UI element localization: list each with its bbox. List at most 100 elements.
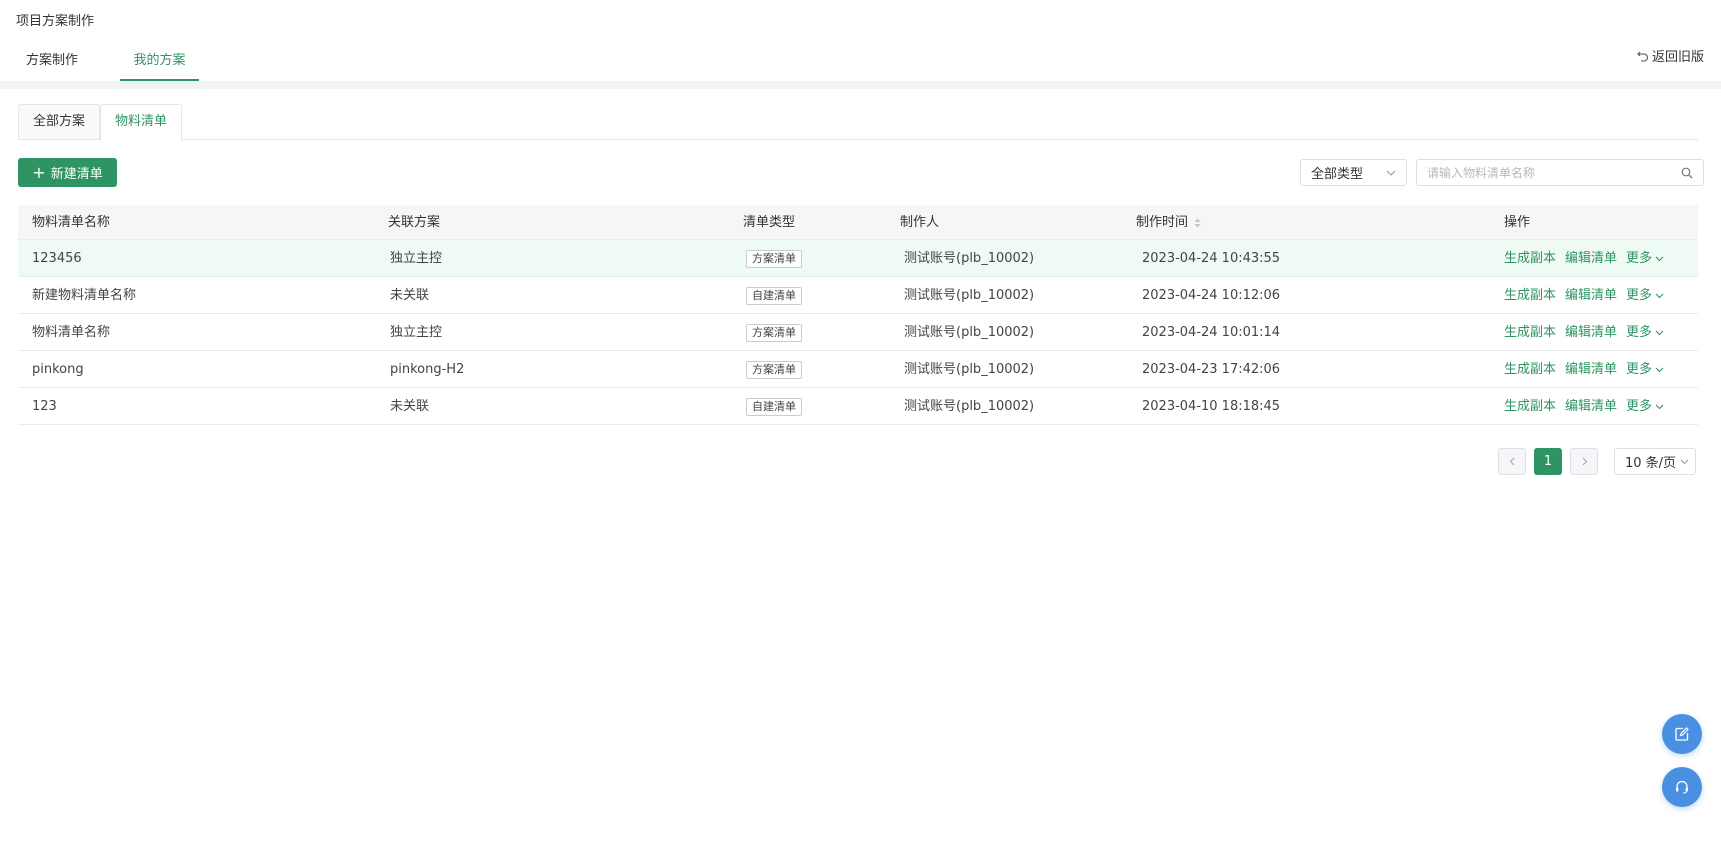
search-box xyxy=(1416,159,1704,186)
cell-name: 新建物料清单名称 xyxy=(32,288,137,303)
cell-actions: 生成副本 编辑清单 更多 xyxy=(1504,277,1664,314)
copy-link[interactable]: 生成副本 xyxy=(1504,388,1556,425)
chevron-down-icon xyxy=(1655,367,1664,373)
return-icon xyxy=(1637,51,1649,62)
top-bar: 项目方案制作 方案制作 我的方案 返回旧版 xyxy=(0,0,1721,81)
page-size-value: 10 条/页 xyxy=(1625,455,1677,471)
copy-link[interactable]: 生成副本 xyxy=(1504,351,1556,388)
next-page-button[interactable] xyxy=(1570,447,1598,475)
table-row: 123 未关联 自建清单 测试账号(plb_10002) 2023-04-10 … xyxy=(18,388,1698,425)
chevron-left-icon xyxy=(1509,457,1514,465)
material-list-table: 物料清单名称 关联方案 清单类型 制作人 制作时间 操作 123456 独立主控… xyxy=(18,205,1698,425)
edit-link[interactable]: 编辑清单 xyxy=(1565,240,1617,277)
return-old-version-label: 返回旧版 xyxy=(1651,50,1704,65)
more-dropdown[interactable]: 更多 xyxy=(1626,277,1664,314)
more-label: 更多 xyxy=(1626,325,1653,340)
cell-name: pinkong xyxy=(32,362,84,377)
copy-link[interactable]: 生成副本 xyxy=(1504,314,1556,351)
cell-maker: 测试账号(plb_10002) xyxy=(904,251,1035,266)
page-size-select[interactable]: 10 条/页 xyxy=(1614,447,1696,475)
more-label: 更多 xyxy=(1626,288,1653,303)
chevron-right-icon xyxy=(1582,457,1587,465)
cell-name: 123456 xyxy=(32,251,82,266)
sort-icon[interactable] xyxy=(1194,218,1201,228)
edit-link[interactable]: 编辑清单 xyxy=(1565,277,1617,314)
cell-type: 自建清单 xyxy=(746,388,802,425)
cell-actions: 生成副本 编辑清单 更多 xyxy=(1504,240,1664,277)
chevron-down-icon xyxy=(1680,459,1689,464)
more-dropdown[interactable]: 更多 xyxy=(1626,351,1664,388)
column-header-name: 物料清单名称 xyxy=(32,215,111,230)
cell-actions: 生成副本 编辑清单 更多 xyxy=(1504,314,1664,351)
type-tag: 方案清单 xyxy=(746,323,802,342)
cell-actions: 生成副本 编辑清单 更多 xyxy=(1504,388,1664,425)
table-row: 物料清单名称 独立主控 方案清单 测试账号(plb_10002) 2023-04… xyxy=(18,314,1698,351)
chevron-down-icon xyxy=(1386,170,1396,176)
column-header-maker: 制作人 xyxy=(900,215,940,230)
return-old-version-link[interactable]: 返回旧版 xyxy=(1637,46,1704,65)
chevron-down-icon xyxy=(1655,293,1664,299)
page-number-current[interactable]: 1 xyxy=(1534,447,1562,475)
more-dropdown[interactable]: 更多 xyxy=(1626,388,1664,425)
type-tag: 方案清单 xyxy=(746,360,802,379)
copy-link[interactable]: 生成副本 xyxy=(1504,277,1556,314)
headset-icon xyxy=(1676,780,1688,794)
more-dropdown[interactable]: 更多 xyxy=(1626,240,1664,277)
chevron-down-icon xyxy=(1655,256,1664,262)
tab-material-list[interactable]: 物料清单 xyxy=(100,104,183,141)
cell-maker: 测试账号(plb_10002) xyxy=(904,399,1035,414)
copy-link[interactable]: 生成副本 xyxy=(1504,240,1556,277)
edit-float-button[interactable] xyxy=(1662,714,1702,754)
edit-link[interactable]: 编辑清单 xyxy=(1565,388,1617,425)
search-input[interactable] xyxy=(1427,165,1681,180)
type-tag: 自建清单 xyxy=(746,286,802,305)
table-row: 新建物料清单名称 未关联 自建清单 测试账号(plb_10002) 2023-0… xyxy=(18,277,1698,314)
content-panel: 全部方案 物料清单 + 新建清单 全部类型 物料清单名称 关联方案 清单类型 制… xyxy=(0,89,1721,859)
tab-my-plans[interactable]: 我的方案 xyxy=(120,48,199,81)
more-label: 更多 xyxy=(1626,251,1653,266)
page-title: 项目方案制作 xyxy=(16,14,95,29)
search-icon[interactable] xyxy=(1681,167,1693,179)
cell-name: 123 xyxy=(32,399,57,414)
more-dropdown[interactable]: 更多 xyxy=(1626,314,1664,351)
edit-icon xyxy=(1675,727,1689,741)
chevron-down-icon xyxy=(1655,330,1664,336)
type-tag: 自建清单 xyxy=(746,397,802,416)
chevron-down-icon xyxy=(1655,404,1664,410)
column-header-plan: 关联方案 xyxy=(388,215,441,230)
plus-icon: + xyxy=(32,162,46,182)
cell-time: 2023-04-10 18:18:45 xyxy=(1142,399,1281,414)
table-row: 123456 独立主控 方案清单 测试账号(plb_10002) 2023-04… xyxy=(18,240,1698,277)
cell-maker: 测试账号(plb_10002) xyxy=(904,325,1035,340)
table-row: pinkong pinkong-H2 方案清单 测试账号(plb_10002) … xyxy=(18,351,1698,388)
column-header-type: 清单类型 xyxy=(743,215,796,230)
tab-plan-making[interactable]: 方案制作 xyxy=(26,48,78,81)
cell-type: 自建清单 xyxy=(746,277,802,314)
cell-type: 方案清单 xyxy=(746,351,802,388)
customer-support-float-button[interactable] xyxy=(1662,767,1702,807)
pagination: 1 10 条/页 xyxy=(1498,447,1696,475)
cell-time: 2023-04-24 10:01:14 xyxy=(1142,325,1281,340)
cell-plan: 独立主控 xyxy=(390,251,443,266)
cell-maker: 测试账号(plb_10002) xyxy=(904,362,1035,377)
table-header: 物料清单名称 关联方案 清单类型 制作人 制作时间 操作 xyxy=(18,205,1698,240)
prev-page-button[interactable] xyxy=(1498,447,1526,475)
new-list-label: 新建清单 xyxy=(50,167,103,182)
type-select-value: 全部类型 xyxy=(1311,167,1364,182)
cell-time: 2023-04-24 10:43:55 xyxy=(1142,251,1281,266)
cell-time: 2023-04-24 10:12:06 xyxy=(1142,288,1281,303)
edit-link[interactable]: 编辑清单 xyxy=(1565,314,1617,351)
cell-plan: 未关联 xyxy=(390,399,430,414)
edit-link[interactable]: 编辑清单 xyxy=(1565,351,1617,388)
column-header-time-label: 制作时间 xyxy=(1136,215,1189,230)
column-header-actions: 操作 xyxy=(1504,215,1531,230)
cell-actions: 生成副本 编辑清单 更多 xyxy=(1504,351,1664,388)
new-list-button[interactable]: + 新建清单 xyxy=(18,158,117,187)
cell-time: 2023-04-23 17:42:06 xyxy=(1142,362,1281,377)
cell-maker: 测试账号(plb_10002) xyxy=(904,288,1035,303)
more-label: 更多 xyxy=(1626,399,1653,414)
column-header-time[interactable]: 制作时间 xyxy=(1136,205,1201,240)
cell-plan: pinkong-H2 xyxy=(390,362,465,377)
type-select[interactable]: 全部类型 xyxy=(1300,159,1407,186)
tab-all-plans[interactable]: 全部方案 xyxy=(18,104,101,140)
